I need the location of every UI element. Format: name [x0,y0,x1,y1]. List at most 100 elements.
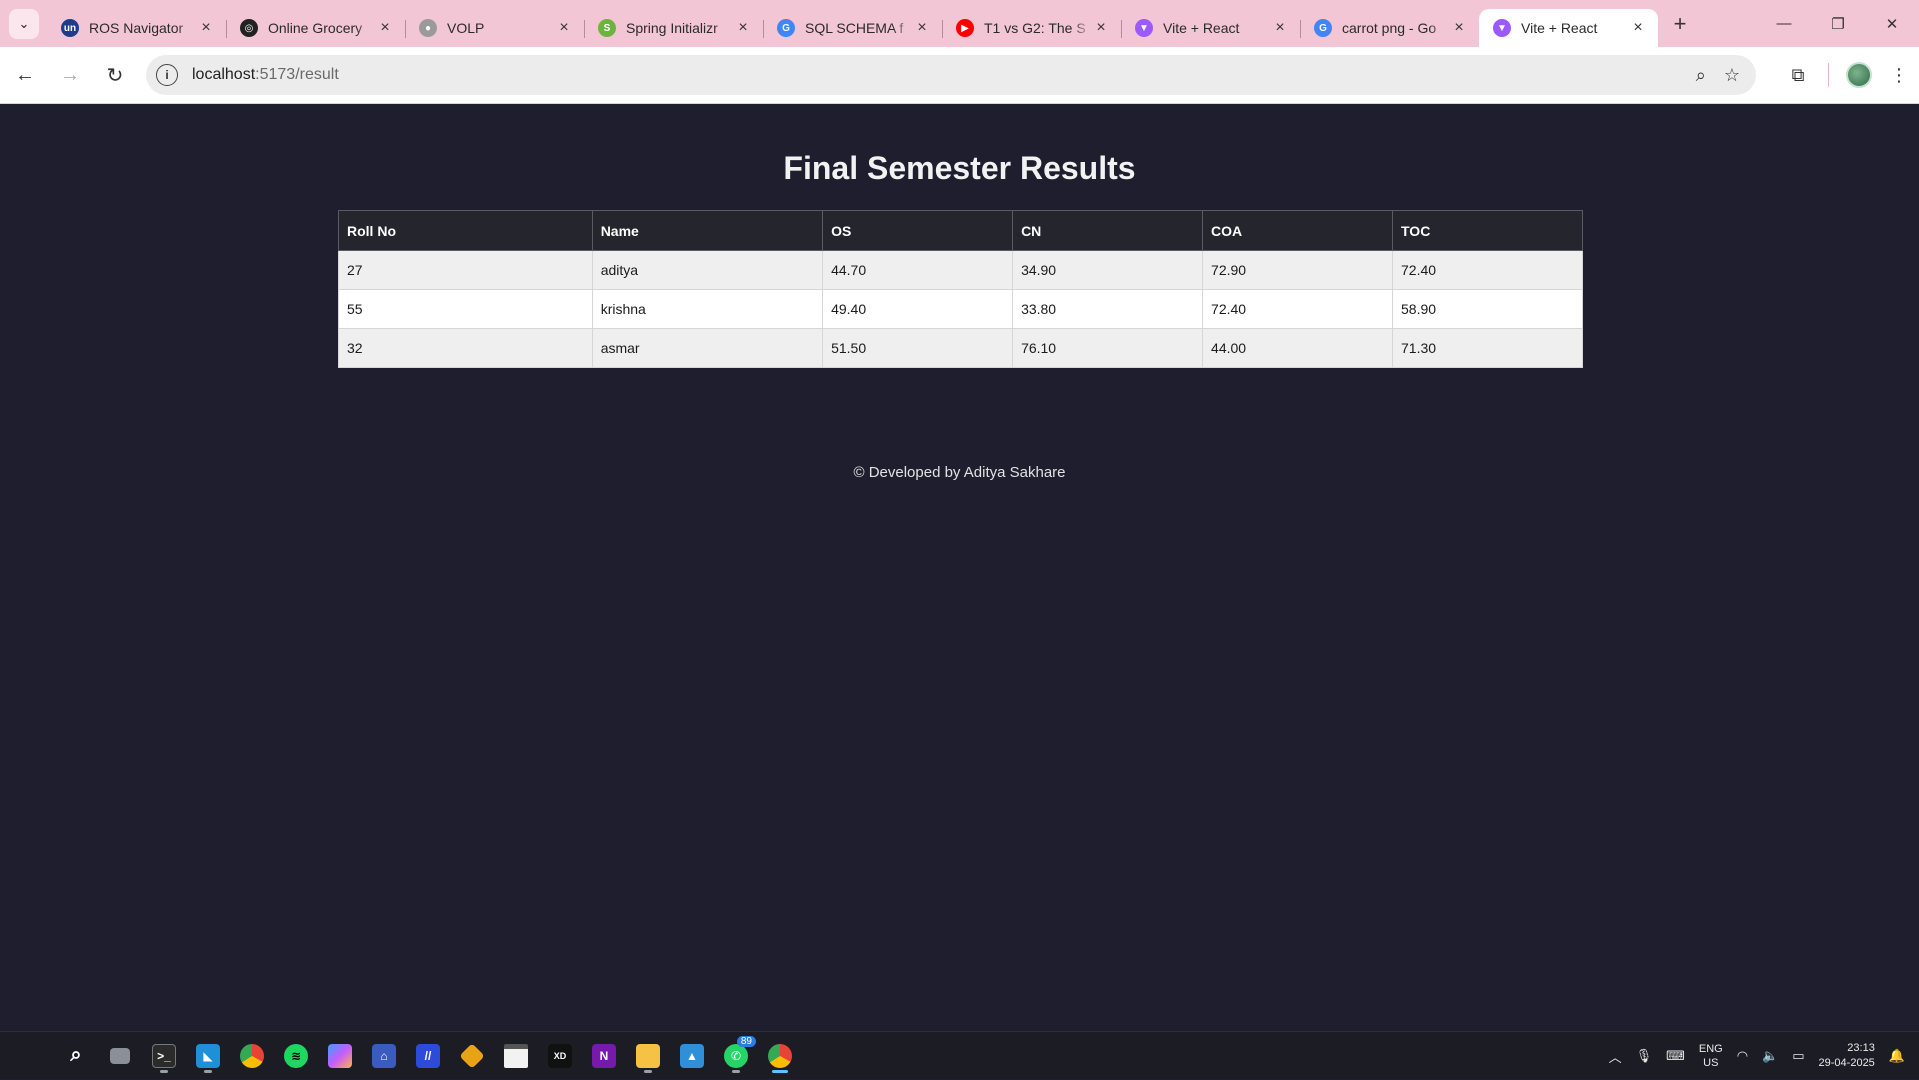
windows-taskbar: ⌕ >_ ◣ ≋ ⌂ // XD N ▲ ✆ 89 ︿ 🎙 ⌨ ENG US ◠ … [0,1031,1919,1079]
vite-icon: ▼ [1493,19,1511,37]
notification-badge: 89 [736,1035,756,1047]
new-tab-button[interactable]: + [1662,11,1698,37]
taskbar-terminal[interactable]: >_ [146,1038,182,1074]
taskbar-chrome-profile[interactable] [762,1038,798,1074]
window-icon [504,1043,528,1068]
omnibox-actions: ⌕ ☆ [1696,65,1740,86]
browser-tab[interactable]: G SQL SCHEMA f × [763,9,942,47]
onenote-icon: N [592,1043,616,1068]
url-text[interactable]: localhost:5173/result [192,66,339,84]
running-indicator [732,1069,740,1073]
tab-close-icon[interactable]: × [1630,19,1646,37]
table-header-row: Roll No Name OS CN COA TOC [338,210,1583,251]
running-indicator [160,1069,168,1073]
extensions-icon[interactable]: ⧉ [1778,65,1818,86]
start-button[interactable] [14,1038,50,1074]
taskbar-git[interactable] [454,1038,490,1074]
browser-tab[interactable]: ▶ T1 vs G2: The S × [942,9,1121,47]
table-cell: krishna [591,289,824,329]
tab-close-icon[interactable]: × [914,19,930,37]
tab-title: Vite + React [1521,20,1598,36]
toolbar-divider [1828,63,1829,87]
tab-close-icon[interactable]: × [1451,19,1467,37]
taskbar-xd-pen[interactable]: XD [542,1038,578,1074]
forward-button[interactable]: → [50,55,90,95]
back-button[interactable]: ← [5,55,45,95]
clock[interactable]: 23:13 29-04-2025 [1819,1041,1875,1071]
menu-kebab-icon[interactable]: ⋮ [1879,65,1919,86]
tab-close-icon[interactable]: × [377,19,393,37]
page-title: Final Semester Results [783,150,1136,186]
ide-icon: // [416,1043,440,1068]
minimize-icon[interactable]: — [1757,0,1811,47]
url-host: localhost [192,66,256,83]
taskbar-copilot[interactable] [322,1038,358,1074]
profile-avatar[interactable] [1839,62,1879,88]
tab-title: Vite + React [1163,20,1240,36]
microphone-icon[interactable]: 🎙 [1636,1048,1653,1064]
taskbar-task-view[interactable] [102,1038,138,1074]
browser-tab[interactable]: Gcarrot png - Go × [1300,9,1479,47]
bookmark-star-icon[interactable]: ☆ [1724,65,1740,86]
taskbar-vscode[interactable]: ◣ [190,1038,226,1074]
browser-tab[interactable]: ▼ Vite + React × [1121,9,1300,47]
window-controls: — ❐ ✕ [1757,0,1919,47]
taskbar-apps: ⌕ >_ ◣ ≋ ⌂ // XD N ▲ ✆ 89 [14,1035,798,1074]
address-bar[interactable]: i localhost:5173/result ⌕ ☆ [146,55,1756,95]
tab-close-icon[interactable]: × [198,19,214,37]
language-region: US [1703,1057,1719,1069]
git-icon [459,1042,485,1069]
browser-tab[interactable]: ● VOLP × [405,9,584,47]
taskbar-search-button[interactable]: ⌕ [58,1038,94,1074]
language-code: ENG [1698,1043,1723,1055]
show-hidden-icons-chevron-icon[interactable]: ︿ [1609,1047,1622,1066]
table-row: 55 krishna 49.40 33.80 72.40 58.90 [338,289,1583,329]
chrome-icon [240,1043,264,1068]
volume-icon[interactable]: 🔈 [1762,1048,1778,1064]
column-header: CN [1012,210,1204,251]
reload-button[interactable]: ↻ [95,55,135,95]
taskbar-spotify[interactable]: ≋ [278,1038,314,1074]
keyboard-icon[interactable]: ⌨ [1666,1048,1685,1064]
browser-tab[interactable]: ◎ Online Grocery × [226,9,405,47]
taskbar-network-app[interactable]: ⌂ [366,1038,402,1074]
tab-title: carrot png - Go [1342,20,1437,36]
taskbar-whatsapp[interactable]: ✆ 89 [718,1035,756,1074]
google-icon: G [1314,19,1332,37]
table-body: 27 aditya 44.70 34.90 72.90 72.40 55 krishna 49.… [338,250,1583,368]
taskbar-onenote[interactable]: N [586,1038,622,1074]
running-indicator [204,1069,212,1073]
language-indicator[interactable]: ENG US [1699,1042,1723,1070]
tab-title: Spring Initializr [626,20,718,36]
tab-close-icon[interactable]: × [556,19,572,37]
tab-close-icon[interactable]: × [735,19,751,37]
table-row: 32 asmar 51.50 76.10 44.00 71.30 [338,328,1583,368]
table-cell: 55 [338,289,593,329]
tab-close-icon[interactable]: × [1272,19,1288,37]
zoom-icon[interactable]: ⌕ [1696,65,1706,86]
taskbar-photos[interactable]: ▲ [674,1038,710,1074]
close-window-icon[interactable]: ✕ [1865,0,1919,47]
taskbar-window-app[interactable] [498,1038,534,1074]
openai-icon: ◎ [240,19,258,37]
restore-icon[interactable]: ❐ [1811,0,1865,47]
notifications-bell-icon[interactable]: 🔔 [1889,1048,1905,1064]
wifi-icon[interactable]: ◠ [1737,1048,1748,1064]
browser-tab[interactable]: un ROS Navigator × [47,9,226,47]
tab-close-icon[interactable]: × [1093,19,1109,37]
table-cell: 71.30 [1392,328,1583,368]
table-cell: 33.80 [1012,289,1204,329]
browser-tab[interactable]: S Spring Initializr × [584,9,763,47]
taskbar-ide[interactable]: // [410,1038,446,1074]
table-cell: 34.90 [1012,250,1204,290]
site-info-icon[interactable]: i [156,64,178,86]
battery-icon[interactable]: ▭ [1792,1048,1804,1064]
taskbar-file-explorer[interactable] [630,1038,666,1074]
browser-tab[interactable]: ▼ Vite + React × [1479,9,1658,47]
browser-toolbar: ← → ↻ i localhost:5173/result ⌕ ☆ ⧉ ⋮ [0,47,1919,104]
table-cell: 49.40 [822,289,1014,329]
tab-search-chevron-icon[interactable]: ⌄ [9,8,39,39]
table-cell: 32 [338,328,593,368]
taskbar-chrome[interactable] [234,1038,270,1074]
url-path: :5173/result [255,66,339,83]
